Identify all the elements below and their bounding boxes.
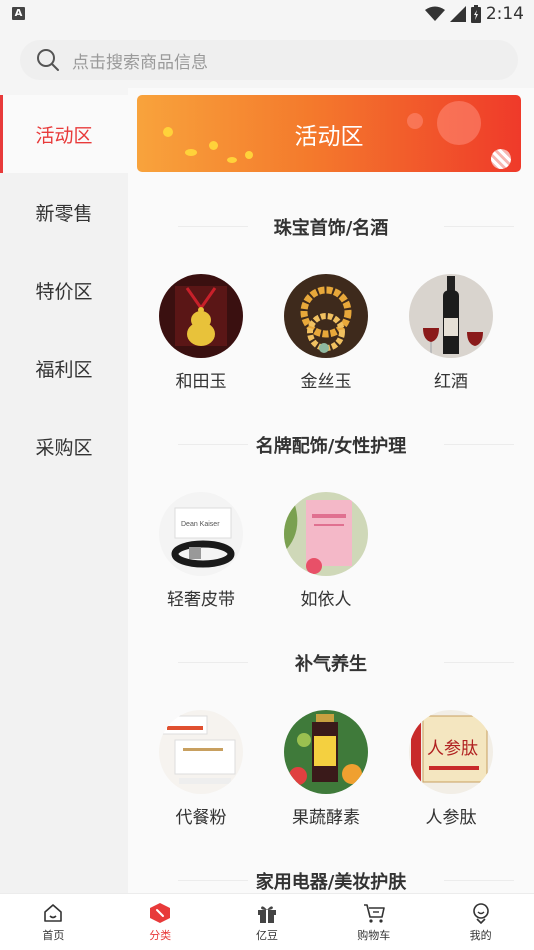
item-label: 人参肽: [425, 808, 477, 828]
category-content: 活动区 珠宝首饰/名酒 和田玉 金丝玉 红酒 名牌配饰/女性护理 Dean Ka…: [128, 88, 534, 893]
care-product-image: [284, 492, 368, 576]
bead-bracelet-image: [284, 274, 368, 358]
coin-decoration: [245, 151, 253, 159]
ginseng-peptide-image: 人参肽: [409, 710, 493, 794]
search-icon: [37, 49, 59, 71]
svg-text:Dean Kaiser: Dean Kaiser: [181, 521, 220, 528]
item-label: 代餐粉: [175, 808, 227, 828]
red-wine-image: [409, 274, 493, 358]
tab-label: 分类: [149, 929, 172, 942]
sidebar-item-purchase[interactable]: 采购区: [0, 407, 128, 485]
category-item-ruyiren[interactable]: 如依人: [271, 492, 381, 610]
tab-label: 亿豆: [255, 929, 278, 942]
bottom-tab-bar: 首页 分类 亿豆 购物车 我的: [0, 893, 534, 950]
category-item-ginseng[interactable]: 人参肽 人参肽: [396, 710, 506, 828]
category-item-hetian-jade[interactable]: 和田玉: [146, 274, 256, 392]
status-bar: A 2:14: [0, 0, 534, 28]
section-title-accessories: 名牌配饰/女性护理: [128, 432, 534, 458]
tab-profile[interactable]: 我的: [427, 894, 534, 950]
stripe-decoration: [491, 149, 511, 169]
sidebar-item-label: 活动区: [35, 124, 93, 147]
sidebar-item-new-retail[interactable]: 新零售: [0, 173, 128, 251]
cart-icon: [363, 904, 385, 923]
sidebar-item-label: 新零售: [35, 202, 93, 225]
search-bar[interactable]: 点击搜索商品信息: [20, 40, 518, 80]
banner-title: 活动区: [294, 124, 364, 150]
profile-icon: [472, 903, 489, 924]
category-icon: [150, 903, 171, 923]
section-title-appliances: 家用电器/美妆护肤: [128, 868, 534, 893]
home-icon: [44, 904, 63, 922]
tab-label: 首页: [42, 929, 65, 942]
item-label: 金丝玉: [300, 372, 352, 392]
item-label: 轻奢皮带: [167, 590, 235, 610]
sidebar-item-welfare[interactable]: 福利区: [0, 329, 128, 407]
wifi-icon: [424, 6, 445, 21]
sidebar-item-label: 特价区: [35, 280, 93, 303]
belt-image: Dean Kaiser: [159, 492, 243, 576]
signal-icon: [449, 6, 466, 22]
status-time: 2:14: [485, 4, 524, 24]
tab-yidou[interactable]: 亿豆: [214, 894, 321, 950]
jade-pendant-image: [159, 274, 243, 358]
item-label: 果蔬酵素: [292, 808, 360, 828]
category-item-red-wine[interactable]: 红酒: [396, 274, 506, 392]
svg-text:人参肽: 人参肽: [427, 739, 478, 759]
tab-label: 购物车: [357, 929, 391, 942]
category-item-jinsi-jade[interactable]: 金丝玉: [271, 274, 381, 392]
category-item-enzyme[interactable]: 果蔬酵素: [271, 710, 381, 828]
app-notification-icon: A: [12, 7, 25, 20]
activity-banner[interactable]: 活动区: [137, 95, 521, 172]
tab-cart[interactable]: 购物车: [320, 894, 427, 950]
section-title-health: 补气养生: [128, 650, 534, 676]
sidebar-item-activity[interactable]: 活动区: [0, 95, 128, 173]
sidebar-item-specials[interactable]: 特价区: [0, 251, 128, 329]
tab-home[interactable]: 首页: [0, 894, 107, 950]
item-label: 红酒: [434, 372, 468, 392]
search-placeholder: 点击搜索商品信息: [72, 52, 208, 73]
tab-category[interactable]: 分类: [107, 894, 214, 950]
sidebar-item-label: 福利区: [35, 358, 93, 381]
category-item-belt[interactable]: Dean Kaiser 轻奢皮带: [146, 492, 256, 610]
category-item-meal-powder[interactable]: 代餐粉: [146, 710, 256, 828]
item-label: 和田玉: [175, 372, 227, 392]
section-title-jewelry: 珠宝首饰/名酒: [128, 214, 534, 240]
gift-icon: [257, 906, 276, 923]
item-label: 如依人: [300, 590, 352, 610]
category-sidebar: 活动区 新零售 特价区 福利区 采购区: [0, 95, 128, 893]
enzyme-drink-image: [284, 710, 368, 794]
sidebar-item-label: 采购区: [35, 436, 93, 459]
battery-icon: [470, 5, 481, 23]
coin-decoration: [227, 157, 237, 163]
meal-powder-image: [159, 710, 243, 794]
tab-label: 我的: [469, 929, 492, 942]
